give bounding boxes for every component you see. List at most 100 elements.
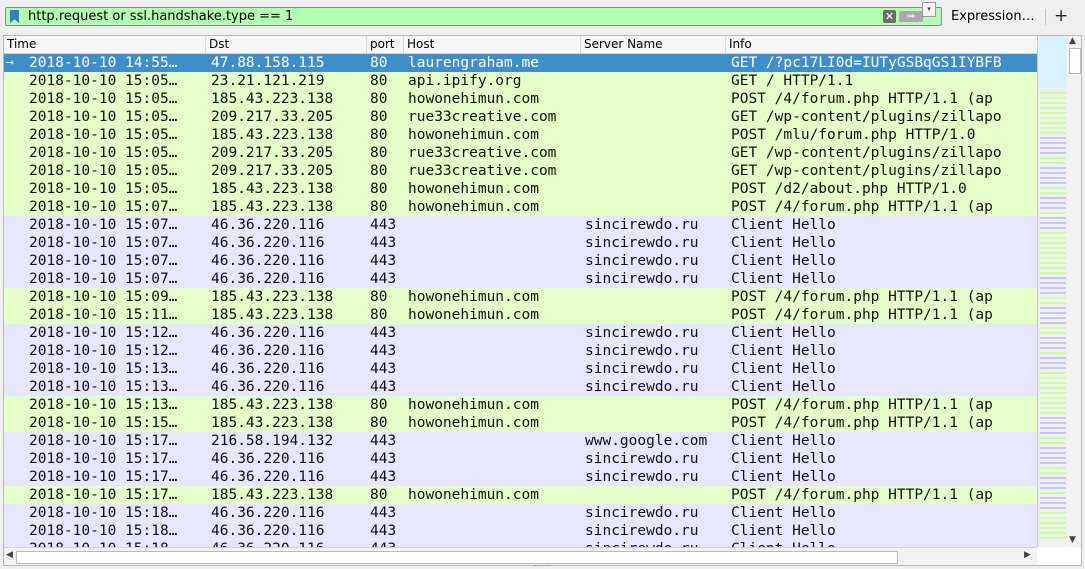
packet-row[interactable]: 2018-10-10 15:05… 209.217.33.205 80 rue33cr… bbox=[4, 108, 1037, 126]
apply-filter-icon[interactable]: ⇒ bbox=[899, 11, 923, 22]
cell-port: 80 bbox=[370, 91, 388, 107]
packet-row[interactable]: → 2018-10-10 14:55… 47.88.158.115 80 laureng… bbox=[4, 54, 1037, 72]
horizontal-scrollbar[interactable]: ◀ ▶ bbox=[4, 547, 1037, 565]
cell-info: POST /4/forum.php HTTP/1.1 (ap bbox=[731, 307, 993, 323]
minimap-line bbox=[1040, 197, 1066, 199]
packet-row[interactable]: 2018-10-10 15:07… 46.36.220.116 443 sincire… bbox=[4, 270, 1037, 288]
cell-time: 2018-10-10 15:07… bbox=[29, 253, 178, 269]
cell-info: POST /mlu/forum.php HTTP/1.0 bbox=[731, 127, 976, 143]
packet-row[interactable]: 2018-10-10 15:13… 46.36.220.116 443 sincire… bbox=[4, 378, 1037, 396]
minimap-line bbox=[1040, 367, 1066, 369]
packet-row[interactable]: 2018-10-10 15:12… 46.36.220.116 443 sincire… bbox=[4, 324, 1037, 342]
add-filter-button[interactable]: + bbox=[1054, 6, 1068, 26]
cell-info: GET /wp-content/plugins/zillapo bbox=[731, 145, 1002, 161]
cell-server bbox=[585, 396, 727, 414]
pane-splitter-grip[interactable] bbox=[534, 565, 550, 569]
horizontal-scroll-thumb[interactable] bbox=[16, 551, 898, 564]
packet-row[interactable]: 2018-10-10 15:07… 185.43.223.138 80 howoneh… bbox=[4, 198, 1037, 216]
vertical-scrollbar[interactable]: ▲ ▼ bbox=[1067, 36, 1081, 547]
minimap-line bbox=[1040, 347, 1066, 349]
cell-host: rue33creative.com bbox=[408, 109, 557, 125]
minimap-line bbox=[1040, 512, 1066, 514]
cell-port: 443 bbox=[370, 540, 406, 547]
packet-row[interactable]: 2018-10-10 15:12… 46.36.220.116 443 sincire… bbox=[4, 342, 1037, 360]
cell-dst: 216.58.194.132 bbox=[211, 433, 334, 449]
minimap-line bbox=[1040, 422, 1066, 424]
cell-port: 80 bbox=[370, 73, 388, 89]
minimap-line bbox=[1040, 102, 1066, 104]
packet-minimap[interactable] bbox=[1037, 36, 1068, 547]
clear-filter-icon[interactable]: ✕ bbox=[883, 10, 896, 23]
vertical-scroll-thumb[interactable] bbox=[1069, 48, 1081, 74]
packet-row[interactable]: 2018-10-10 15:05… 209.217.33.205 80 rue33cr… bbox=[4, 144, 1037, 162]
packet-row[interactable]: 2018-10-10 15:07… 46.36.220.116 443 sincire… bbox=[4, 216, 1037, 234]
packet-row[interactable]: 2018-10-10 15:05… 185.43.223.138 80 howoneh… bbox=[4, 90, 1037, 108]
packet-row[interactable]: 2018-10-10 15:05… 185.43.223.138 80 howoneh… bbox=[4, 126, 1037, 144]
cell-server bbox=[585, 108, 727, 126]
packet-row[interactable]: 2018-10-10 15:07… 46.36.220.116 443 sincire… bbox=[4, 252, 1037, 270]
cell-host: howonehimun.com bbox=[408, 307, 539, 323]
expression-button[interactable]: Expression… bbox=[951, 9, 1035, 24]
packet-row[interactable]: 2018-10-10 15:05… 185.43.223.138 80 howoneh… bbox=[4, 180, 1037, 198]
packet-row[interactable]: 2018-10-10 15:13… 46.36.220.116 443 sincire… bbox=[4, 360, 1037, 378]
minimap-line bbox=[1040, 452, 1066, 454]
scroll-down-icon[interactable]: ▼ bbox=[1069, 535, 1076, 545]
cell-time: 2018-10-10 15:17… bbox=[29, 433, 178, 449]
packet-row[interactable]: 2018-10-10 15:05… 209.217.33.205 80 rue33cr… bbox=[4, 162, 1037, 180]
display-filter-input[interactable]: http.request or ssl.handshake.type == 1 … bbox=[5, 7, 942, 26]
column-header-dst[interactable]: Dst bbox=[206, 36, 367, 53]
packet-row[interactable]: 2018-10-10 15:17… 185.43.223.138 80 howoneh… bbox=[4, 486, 1037, 504]
packet-row[interactable]: 2018-10-10 15:15… 185.43.223.138 80 howoneh… bbox=[4, 414, 1037, 432]
packet-rows: → 2018-10-10 14:55… 47.88.158.115 80 laureng… bbox=[4, 54, 1037, 547]
packet-row[interactable]: 2018-10-10 15:07… 46.36.220.116 443 sincire… bbox=[4, 234, 1037, 252]
cell-host bbox=[408, 504, 584, 522]
cell-host: howonehimun.com bbox=[408, 91, 539, 107]
bookmark-icon[interactable] bbox=[10, 10, 19, 23]
packet-row[interactable]: 2018-10-10 15:18…46.36.220.116443sincire… bbox=[4, 504, 1037, 522]
minimap-line bbox=[1040, 202, 1066, 204]
column-header-port[interactable]: port bbox=[367, 36, 404, 53]
cell-server: sincirewdo.ru bbox=[585, 379, 699, 395]
minimap-line bbox=[1040, 397, 1066, 399]
packet-row[interactable]: 2018-10-10 15:18…46.36.220.116443sincire… bbox=[4, 540, 1037, 547]
scroll-left-icon[interactable]: ◀ bbox=[6, 550, 13, 560]
packet-row[interactable]: 2018-10-10 15:17… 46.36.220.116 443 sincire… bbox=[4, 450, 1037, 468]
packet-row[interactable]: 2018-10-10 15:18…46.36.220.116443sincire… bbox=[4, 522, 1037, 540]
scroll-up-icon[interactable]: ▲ bbox=[1069, 36, 1076, 46]
cell-info: POST /4/forum.php HTTP/1.1 (ap bbox=[731, 199, 993, 215]
cell-server: sincirewdo.ru bbox=[585, 253, 699, 269]
cell-dst: 185.43.223.138 bbox=[211, 487, 334, 503]
cell-time: 2018-10-10 15:18… bbox=[29, 523, 178, 539]
cell-host: rue33creative.com bbox=[408, 163, 557, 179]
cell-time: 2018-10-10 15:05… bbox=[29, 91, 178, 107]
column-header-server-name[interactable]: Server Name bbox=[581, 36, 726, 53]
minimap-line bbox=[1040, 522, 1066, 524]
filter-text[interactable]: http.request or ssl.handshake.type == 1 bbox=[28, 9, 293, 24]
minimap-line bbox=[1040, 257, 1066, 259]
packet-row[interactable]: 2018-10-10 15:17… 216.58.194.132 443 www.go… bbox=[4, 432, 1037, 450]
cell-dst: 46.36.220.116 bbox=[211, 217, 325, 233]
column-header-host[interactable]: Host bbox=[404, 36, 581, 53]
packet-row[interactable]: 2018-10-10 15:13… 185.43.223.138 80 howoneh… bbox=[4, 396, 1037, 414]
cell-dst: 46.36.220.116 bbox=[211, 469, 325, 485]
scroll-right-icon[interactable]: ▶ bbox=[1024, 550, 1031, 560]
packet-row[interactable]: 2018-10-10 15:09… 185.43.223.138 80 howoneh… bbox=[4, 288, 1037, 306]
cell-port: 443 bbox=[370, 343, 397, 359]
recent-filters-dropdown-icon[interactable]: ▾ bbox=[922, 2, 936, 17]
packet-row[interactable]: 2018-10-10 15:05… 23.21.121.219 80 api.ipif… bbox=[4, 72, 1037, 90]
cell-server bbox=[585, 126, 727, 144]
cell-time: 2018-10-10 15:17… bbox=[29, 451, 178, 467]
column-header-info[interactable]: Info bbox=[726, 36, 1037, 53]
cell-port: 443 bbox=[370, 271, 397, 287]
minimap-line bbox=[1040, 402, 1066, 404]
packet-row[interactable]: 2018-10-10 15:11… 185.43.223.138 80 howoneh… bbox=[4, 306, 1037, 324]
cell-info: Client Hello bbox=[731, 505, 836, 521]
minimap-line bbox=[1040, 427, 1066, 429]
cell-dst: 185.43.223.138 bbox=[211, 289, 334, 305]
cell-info: POST /4/forum.php HTTP/1.1 (ap bbox=[731, 415, 993, 431]
minimap-line bbox=[1040, 137, 1066, 139]
packet-row[interactable]: 2018-10-10 15:17… 46.36.220.116 443 sincire… bbox=[4, 468, 1037, 486]
cell-time: 2018-10-10 15:05… bbox=[29, 109, 178, 125]
column-header-time[interactable]: Time bbox=[4, 36, 206, 53]
minimap-viewport[interactable] bbox=[1039, 36, 1067, 88]
